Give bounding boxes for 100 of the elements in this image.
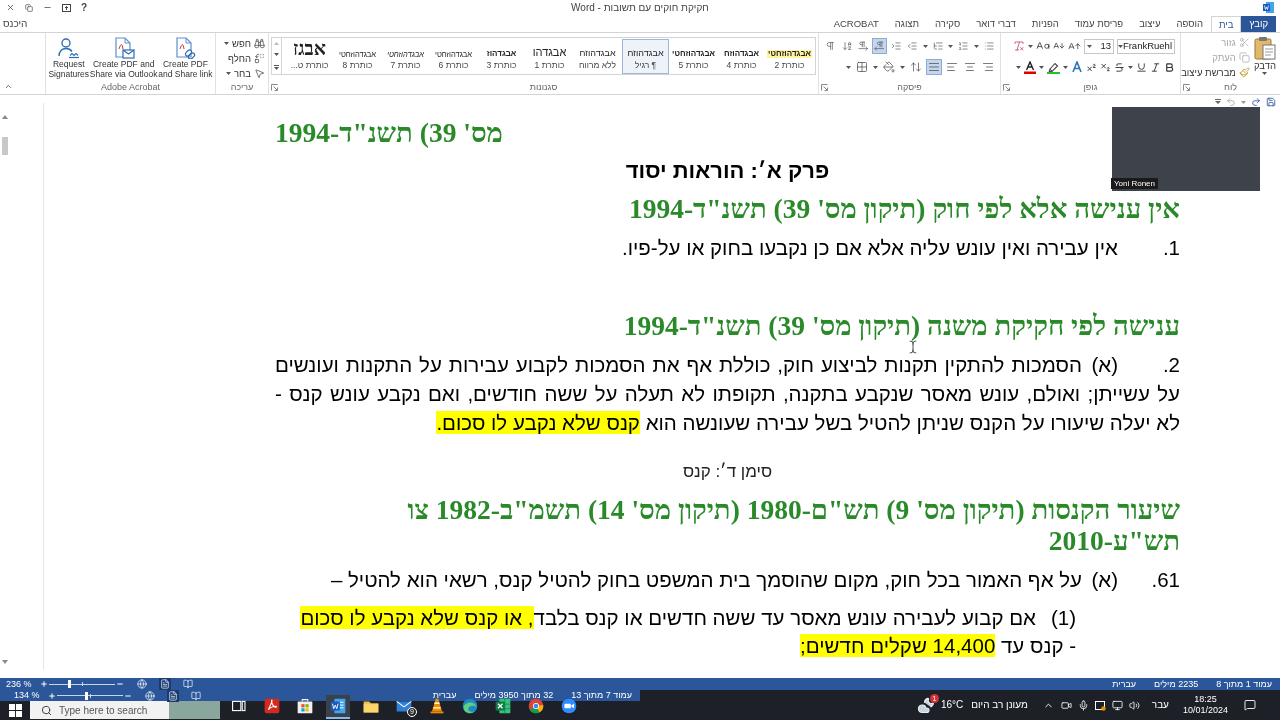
tray-app-icon[interactable] (1094, 699, 1106, 711)
help-button[interactable]: ? (81, 2, 88, 13)
ribbon-tab[interactable]: ACROBAT (825, 16, 887, 32)
language-indicator[interactable]: עברית (1112, 679, 1137, 689)
web-layout-icon[interactable] (135, 678, 148, 690)
ribbon-tab[interactable]: בית (1210, 16, 1242, 32)
zoom-slider[interactable] (48, 680, 115, 688)
app-logo-icon[interactable] (1263, 2, 1274, 13)
web-layout-icon[interactable] (143, 689, 156, 702)
scrollbar-thumb[interactable] (2, 137, 8, 155)
borders-icon[interactable] (855, 60, 869, 74)
font-size-field[interactable]: 13 (1084, 38, 1114, 54)
style-gallery-item[interactable]: אבגז כותרת ט... (286, 38, 333, 74)
dialog-launcher-icon[interactable] (821, 84, 828, 91)
notifications-icon[interactable] (1244, 699, 1256, 711)
style-gallery-item[interactable]: אבגדהוזח ¶ רגיל (622, 38, 669, 74)
gallery-more-icon[interactable] (274, 64, 279, 70)
dropdown-caret-icon[interactable] (1117, 44, 1123, 48)
strikethrough-icon[interactable] (1114, 61, 1125, 73)
format-painter-button[interactable]: מברשת עיצוב (1181, 66, 1250, 79)
ribbon-tab[interactable]: הוספה (1168, 16, 1211, 32)
paste-button[interactable]: הדבק (1253, 36, 1276, 79)
language-indicator[interactable]: עברית (432, 691, 457, 700)
select-button[interactable]: בחר (234, 67, 265, 80)
dialog-launcher-icon[interactable] (1183, 84, 1190, 91)
dropdown-caret-icon[interactable] (922, 44, 928, 48)
read-mode-icon[interactable] (181, 678, 194, 690)
dropdown-caret-icon[interactable] (846, 65, 851, 69)
italic-icon[interactable] (1150, 61, 1161, 73)
shrink-font-icon[interactable] (1053, 40, 1065, 52)
zoom-slider-thumb[interactable] (68, 680, 72, 688)
zoom-in-icon[interactable] (39, 680, 48, 688)
camera-icon[interactable] (1060, 699, 1072, 711)
ribbon-tab[interactable]: פריסת עמוד (1066, 16, 1132, 32)
dropdown-caret-icon[interactable] (1128, 65, 1133, 69)
document-app-icon[interactable] (325, 695, 350, 719)
weather-icon[interactable] (916, 696, 935, 714)
customize-toolbar-icon[interactable] (1215, 99, 1221, 105)
dropdown-caret-icon[interactable] (1039, 65, 1044, 69)
dropdown-caret-icon[interactable] (1028, 44, 1033, 48)
dialog-launcher-icon[interactable] (271, 84, 278, 91)
style-gallery-item[interactable]: אבגדהוז כותרת 3 (478, 38, 525, 74)
dropdown-caret-icon[interactable] (873, 65, 878, 69)
dropdown-caret-icon[interactable] (1262, 72, 1268, 75)
paint-bucket-icon[interactable] (882, 60, 896, 74)
font-color-icon[interactable] (1024, 60, 1036, 74)
ribbon-tab[interactable]: סקירה (927, 16, 969, 32)
keyboard-language[interactable]: עבר (1151, 700, 1169, 710)
clear-formatting-icon[interactable] (1013, 40, 1025, 52)
ribbon-display-options-icon[interactable] (62, 3, 71, 12)
zoom-slider[interactable] (56, 691, 123, 700)
text-effects-icon[interactable] (1071, 61, 1083, 73)
subscript-icon[interactable] (1100, 61, 1111, 73)
style-gallery-item[interactable]: אבגדהוזחטי כותרת 2 (766, 38, 813, 74)
dropdown-caret-icon[interactable] (1063, 65, 1068, 69)
find-button[interactable]: חפש (232, 37, 265, 50)
style-gallery-item[interactable]: אבגדהוזח ללא מרווח (574, 38, 621, 74)
highlighter-icon[interactable] (1047, 60, 1060, 74)
print-layout-icon[interactable] (158, 678, 171, 690)
collapse-ribbon-icon[interactable] (4, 82, 13, 91)
pdf-link-button[interactable]: Create PDF and Share link (158, 37, 213, 79)
font-name-field[interactable]: FrankRuehl (1117, 38, 1175, 54)
start-icon[interactable] (8, 703, 22, 717)
pilcrow-icon[interactable] (824, 39, 837, 53)
scroll-up-icon[interactable] (2, 115, 8, 119)
pdf-outlook-button[interactable]: Create PDF and Share via Outlook (89, 37, 158, 79)
scroll-down-icon[interactable] (2, 660, 8, 664)
ribbon-tab[interactable]: עיצוב (1131, 16, 1169, 32)
left-to-right-icon[interactable] (856, 39, 870, 53)
dropdown-caret-icon[interactable] (226, 72, 231, 75)
style-gallery-item[interactable]: אבגדהו כותרת 1 (526, 38, 573, 74)
save-icon[interactable] (1266, 97, 1276, 107)
microphone-icon[interactable] (1077, 699, 1089, 711)
underline-icon[interactable] (1136, 61, 1147, 73)
line-spacing-icon[interactable] (909, 60, 923, 74)
file-tab[interactable]: קובץ (1241, 16, 1276, 32)
replace-button[interactable]: החלף (227, 52, 265, 65)
search-field[interactable]: Type here to search (59, 702, 169, 718)
redo-icon[interactable] (1251, 97, 1261, 107)
align-right-icon[interactable] (981, 60, 995, 74)
style-gallery-item[interactable]: אבגדהוזח כותרת 4 (718, 38, 765, 74)
dropdown-caret-icon[interactable] (973, 44, 979, 48)
network-icon[interactable] (1111, 699, 1123, 711)
dropdown-caret-icon[interactable] (948, 44, 954, 48)
ribbon-tab[interactable]: דברי דואר (968, 16, 1024, 32)
volume-icon[interactable] (1128, 699, 1140, 711)
dropdown-caret-icon[interactable] (1016, 65, 1021, 69)
dialog-launcher-icon[interactable] (1003, 84, 1010, 91)
dropdown-caret-icon[interactable] (224, 42, 229, 45)
sign-in-link[interactable]: היכנס (0, 18, 28, 29)
ribbon-tab[interactable]: הפניות (1023, 16, 1067, 32)
dropdown-caret-icon[interactable] (1087, 44, 1092, 48)
dropdown-caret-icon[interactable] (900, 65, 905, 69)
gallery-down-icon[interactable] (274, 53, 279, 57)
right-to-left-icon[interactable] (873, 39, 886, 53)
sort-icon[interactable] (840, 39, 853, 53)
bold-icon[interactable] (1164, 61, 1175, 73)
style-gallery-item[interactable]: אבגדהוזחטי כותרת 5 (670, 38, 717, 74)
read-mode-icon[interactable] (189, 689, 202, 702)
request-signatures-button[interactable]: Request Signatures (48, 37, 90, 79)
